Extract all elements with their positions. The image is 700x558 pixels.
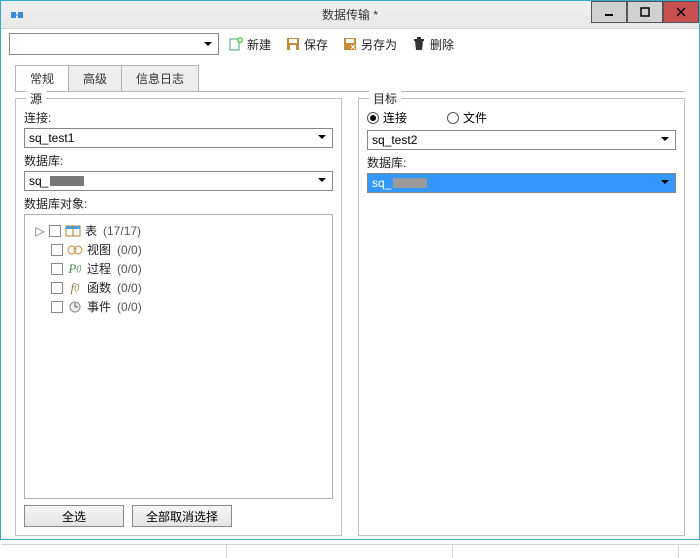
- tab-log[interactable]: 信息日志: [121, 65, 199, 91]
- toolbar: 新建 保存 另存为 删除: [1, 29, 699, 59]
- tree-item-events[interactable]: 事件 (0/0): [29, 297, 328, 316]
- tab-advanced[interactable]: 高级: [68, 65, 122, 91]
- target-panel: 目标 连接 文件 sq_test2 数据库: sq_: [358, 98, 685, 536]
- tree-item-procs[interactable]: P() 过程 (0/0): [29, 259, 328, 278]
- checkbox[interactable]: [51, 301, 63, 313]
- checkbox[interactable]: [51, 244, 63, 256]
- obscured-text: [393, 178, 427, 188]
- source-connection-value: sq_test1: [29, 131, 74, 145]
- target-database-value: sq_: [372, 176, 391, 190]
- tree-item-views[interactable]: 视图 (0/0): [29, 240, 328, 259]
- radio-label: 连接: [383, 109, 407, 126]
- source-panel: 源 连接: sq_test1 数据库: sq_ 数据库对象: ▷ 表 (17/1…: [15, 98, 342, 536]
- content-area: 源 连接: sq_test1 数据库: sq_ 数据库对象: ▷ 表 (17/1…: [1, 92, 699, 544]
- tree-item-label: 视图: [87, 241, 111, 258]
- checkbox[interactable]: [51, 282, 63, 294]
- save-button[interactable]: 保存: [280, 34, 333, 55]
- target-mode-radios: 连接 文件: [367, 109, 676, 126]
- obscured-text: [50, 176, 84, 186]
- tree-item-funcs[interactable]: f() 函数 (0/0): [29, 278, 328, 297]
- new-label: 新建: [247, 36, 271, 53]
- status-segment: [453, 545, 679, 558]
- profile-select[interactable]: [9, 33, 219, 55]
- select-button-bar: 全选 全部取消选择: [24, 505, 333, 527]
- table-icon: [65, 224, 81, 238]
- source-panel-title: 源: [26, 90, 46, 107]
- source-database-select[interactable]: sq_: [24, 171, 333, 191]
- radio-dot: [367, 112, 379, 124]
- close-button[interactable]: [663, 1, 699, 23]
- tab-bar: 常规 高级 信息日志: [1, 59, 699, 91]
- target-connection-value: sq_test2: [372, 133, 417, 147]
- tree-item-count: (0/0): [117, 300, 142, 314]
- resize-grip[interactable]: [679, 545, 699, 558]
- tree-item-label: 过程: [87, 260, 111, 277]
- tab-general[interactable]: 常规: [15, 65, 69, 91]
- view-icon: [67, 243, 83, 257]
- deselect-all-button[interactable]: 全部取消选择: [132, 505, 232, 527]
- source-database-value: sq_: [29, 174, 48, 188]
- new-button[interactable]: 新建: [223, 34, 276, 55]
- status-bar: [1, 544, 699, 558]
- tree-item-label: 函数: [87, 279, 111, 296]
- maximize-button[interactable]: [627, 1, 663, 23]
- save-label: 保存: [304, 36, 328, 53]
- expand-icon[interactable]: ▷: [35, 226, 45, 236]
- function-icon: f(): [67, 281, 83, 295]
- source-connection-label: 连接:: [24, 109, 333, 126]
- radio-label: 文件: [463, 109, 487, 126]
- radio-connection[interactable]: 连接: [367, 109, 407, 126]
- tree-item-count: (0/0): [117, 262, 142, 276]
- source-database-label: 数据库:: [24, 152, 333, 169]
- app-icon: [7, 5, 27, 25]
- event-icon: [67, 300, 83, 314]
- status-segment: [227, 545, 453, 558]
- checkbox[interactable]: [49, 225, 61, 237]
- procedure-icon: P(): [67, 262, 83, 276]
- save-icon: [285, 36, 301, 52]
- new-icon: [228, 36, 244, 52]
- tree-item-label: 事件: [87, 298, 111, 315]
- target-database-label: 数据库:: [367, 154, 676, 171]
- tree-item-count: (17/17): [103, 224, 141, 238]
- tree-item-label: 表: [85, 222, 97, 239]
- trash-icon: [411, 36, 427, 52]
- tree-item-tables[interactable]: ▷ 表 (17/17): [29, 221, 328, 240]
- target-connection-select[interactable]: sq_test2: [367, 130, 676, 150]
- delete-button[interactable]: 删除: [406, 34, 459, 55]
- minimize-button[interactable]: [591, 1, 627, 23]
- source-connection-select[interactable]: sq_test1: [24, 128, 333, 148]
- tree-item-count: (0/0): [117, 243, 142, 257]
- save-as-icon: [342, 36, 358, 52]
- save-as-button[interactable]: 另存为: [337, 34, 402, 55]
- target-panel-title: 目标: [369, 90, 401, 107]
- objects-tree[interactable]: ▷ 表 (17/17) 视图 (0/0) P() 过程 (0/0) f(): [24, 214, 333, 499]
- window-title: 数据传输 *: [322, 6, 378, 23]
- select-all-button[interactable]: 全选: [24, 505, 124, 527]
- tree-item-count: (0/0): [117, 281, 142, 295]
- save-as-label: 另存为: [361, 36, 397, 53]
- source-objects-label: 数据库对象:: [24, 195, 333, 212]
- window-controls: [591, 1, 699, 23]
- target-database-select[interactable]: sq_: [367, 173, 676, 193]
- delete-label: 删除: [430, 36, 454, 53]
- status-segment: [1, 545, 227, 558]
- title-bar: 数据传输 *: [1, 1, 699, 29]
- radio-dot: [447, 112, 459, 124]
- radio-file[interactable]: 文件: [447, 109, 487, 126]
- checkbox[interactable]: [51, 263, 63, 275]
